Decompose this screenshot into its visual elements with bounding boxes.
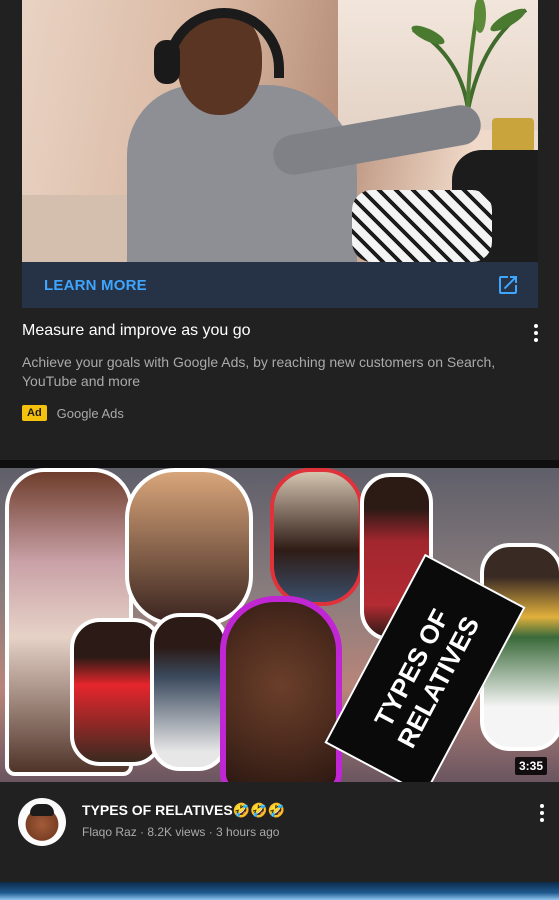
ad-badge: Ad bbox=[22, 405, 47, 421]
feed-divider bbox=[0, 460, 559, 468]
thumbnail-figure bbox=[150, 613, 228, 771]
learn-more-button[interactable]: LEARN MORE bbox=[44, 277, 147, 294]
ad-meta: Ad Google Ads bbox=[22, 405, 124, 421]
external-link-icon[interactable] bbox=[496, 273, 520, 297]
learn-more-bar[interactable]: LEARN MORE bbox=[22, 262, 538, 308]
thumbnail-face bbox=[220, 596, 342, 782]
ad-description: Achieve your goals with Google Ads, by r… bbox=[22, 354, 496, 389]
video-duration: 3:35 bbox=[514, 757, 547, 775]
headphone-earcup bbox=[154, 40, 180, 84]
advertiser-name: Google Ads bbox=[56, 405, 124, 421]
person-body bbox=[127, 85, 357, 262]
ad-card[interactable]: LEARN MORE Measure and improve as you go… bbox=[0, 0, 559, 460]
video-title[interactable]: TYPES OF RELATIVES🤣🤣🤣 bbox=[82, 802, 285, 819]
next-video-thumbnail[interactable] bbox=[0, 882, 559, 900]
ad-image[interactable] bbox=[22, 0, 538, 262]
more-vert-icon[interactable] bbox=[526, 321, 546, 345]
patterned-pillow bbox=[352, 190, 492, 262]
more-vert-icon[interactable] bbox=[532, 801, 552, 825]
plant-graphic bbox=[411, 0, 528, 110]
channel-avatar[interactable] bbox=[18, 798, 66, 846]
video-meta: Flaqo Raz · 8.2K views · 3 hours ago bbox=[82, 825, 280, 839]
thumbnail-figure bbox=[270, 468, 363, 606]
headphones-graphic bbox=[164, 8, 284, 78]
thumbnail-figure bbox=[125, 468, 253, 626]
avatar-hair bbox=[30, 804, 54, 816]
ad-title[interactable]: Measure and improve as you go bbox=[22, 322, 251, 340]
video-thumbnail[interactable]: TYPES OF RELATIVES bbox=[0, 468, 559, 782]
